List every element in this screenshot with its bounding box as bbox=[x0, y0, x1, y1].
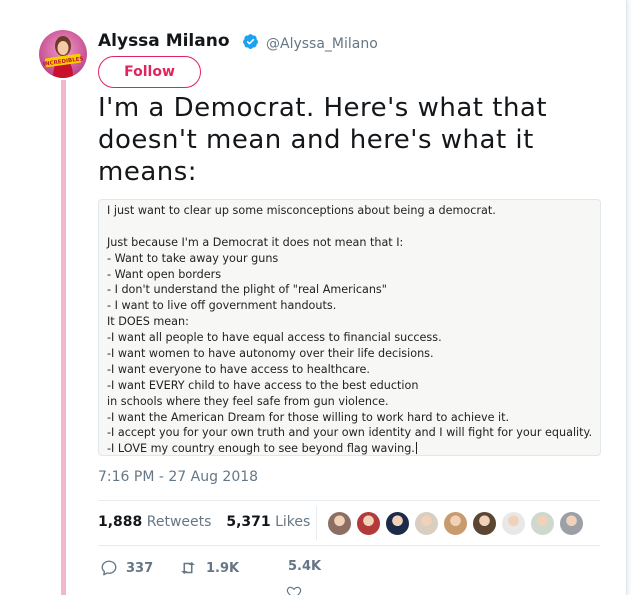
image-text-line: -I want everyone to have access to healt… bbox=[107, 362, 370, 376]
image-text-line: Just because I'm a Democrat it does not … bbox=[107, 235, 404, 249]
image-text-line: -I want the American Dream for those wil… bbox=[107, 410, 510, 424]
tweet-text: I'm a Democrat. Here's what that doesn't… bbox=[98, 93, 548, 187]
text-cursor bbox=[415, 442, 417, 455]
image-text-line: - Want open borders bbox=[107, 267, 222, 281]
likes-label: Likes bbox=[275, 514, 311, 530]
retweets-count: 1,888 bbox=[98, 514, 143, 530]
tweet-image[interactable]: I just want to clear up some misconcepti… bbox=[98, 199, 601, 456]
verified-badge-icon bbox=[243, 34, 258, 49]
image-text-block: I just want to clear up some misconcepti… bbox=[107, 203, 593, 456]
liker-avatar[interactable] bbox=[385, 511, 410, 536]
image-text-line bbox=[107, 219, 592, 235]
divider bbox=[98, 545, 600, 546]
author-avatar[interactable]: INCREDIBLES bbox=[39, 30, 87, 78]
liker-avatar[interactable] bbox=[530, 511, 555, 536]
image-text-line: - I don't understand the plight of "real… bbox=[107, 283, 387, 297]
retweet-count: 1.9K bbox=[206, 560, 240, 576]
author-handle[interactable]: @Alyssa_Milano bbox=[266, 36, 378, 52]
likes-count: 5,371 bbox=[226, 514, 271, 530]
divider bbox=[98, 500, 600, 501]
like-button[interactable]: 5.4K bbox=[288, 559, 321, 574]
retweet-button[interactable]: 1.9K bbox=[178, 559, 239, 577]
retweets-label: Retweets bbox=[146, 514, 212, 530]
likes-stat[interactable]: 5,371 Likes bbox=[226, 514, 310, 530]
image-text-line: in schools where they feel safe from gun… bbox=[107, 394, 389, 408]
image-text-line: I just want to clear up some misconcepti… bbox=[107, 204, 496, 217]
tweet-card: INCREDIBLES Alyssa Milano @Alyssa_Milano… bbox=[0, 0, 627, 595]
thread-line bbox=[61, 80, 66, 595]
liker-avatar[interactable] bbox=[501, 511, 526, 536]
heart-icon[interactable] bbox=[286, 584, 302, 595]
liker-avatar[interactable] bbox=[472, 511, 497, 536]
retweet-icon bbox=[181, 562, 195, 574]
image-text-line: It DOES mean: bbox=[107, 315, 189, 329]
retweets-stat[interactable]: 1,888 Retweets bbox=[98, 514, 211, 530]
image-text-line: - Want to take away your guns bbox=[107, 251, 279, 265]
image-text-line: -I want women to have autonomy over thei… bbox=[107, 347, 434, 361]
liker-avatar[interactable] bbox=[327, 511, 352, 536]
author-name[interactable]: Alyssa Milano bbox=[98, 31, 230, 51]
reply-icon bbox=[101, 560, 117, 576]
liker-avatar[interactable] bbox=[443, 511, 468, 536]
reply-count: 337 bbox=[126, 560, 154, 576]
liker-avatar[interactable] bbox=[356, 511, 381, 536]
image-text-line: -I want EVERY child to have access to th… bbox=[107, 378, 419, 392]
image-text-line: -I want all people to have equal access … bbox=[107, 331, 442, 345]
reply-button[interactable]: 337 bbox=[100, 559, 153, 577]
like-count: 5.4K bbox=[288, 559, 322, 574]
follow-button[interactable]: Follow bbox=[98, 56, 201, 88]
liker-avatar[interactable] bbox=[414, 511, 439, 536]
liker-avatar[interactable] bbox=[559, 511, 584, 536]
stats-separator bbox=[316, 506, 317, 540]
image-text-line: - I want to live off government handouts… bbox=[107, 299, 337, 313]
image-text-line: -I accept you for your own truth and you… bbox=[107, 426, 593, 440]
tweet-timestamp[interactable]: 7:16 PM - 27 Aug 2018 bbox=[98, 469, 258, 485]
image-text-line: -I LOVE my country enough to see beyond … bbox=[107, 442, 417, 456]
tweet-actions: 337 1.9K 5.4K bbox=[98, 559, 398, 581]
engagement-stats: 1,888 Retweets 5,371 Likes bbox=[98, 514, 310, 530]
